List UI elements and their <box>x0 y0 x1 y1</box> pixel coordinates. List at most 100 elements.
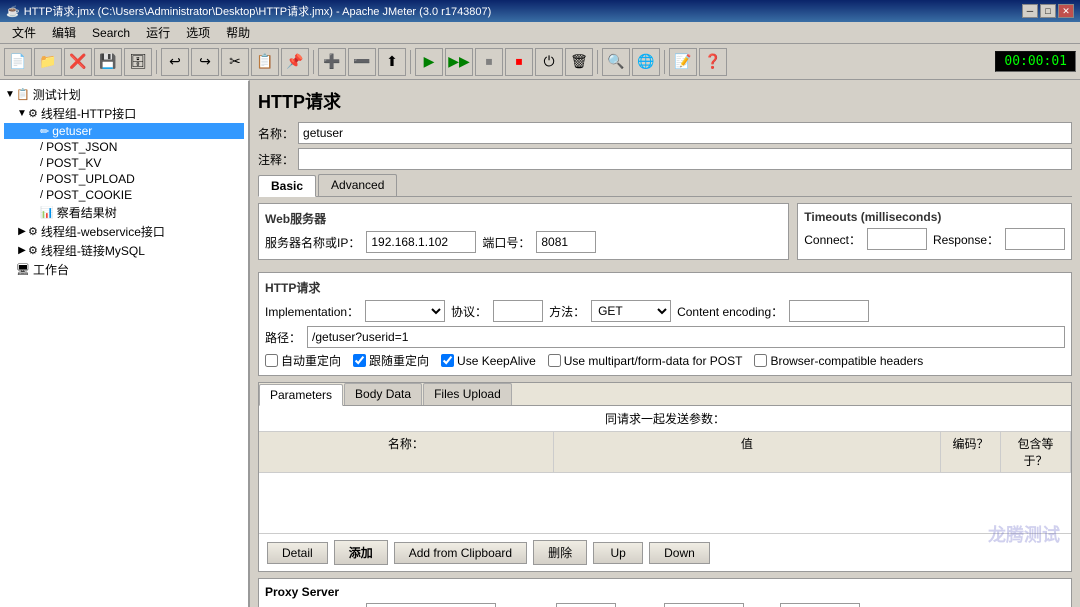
menu-item-编辑[interactable]: 编辑 <box>44 22 84 43</box>
method-select[interactable]: GET POST PUT DELETE <box>591 300 671 322</box>
results-icon: 📊 <box>40 206 54 219</box>
checkbox-follow-redirect[interactable]: 跟随重定向 <box>353 352 429 369</box>
impl-label: Implementation： <box>265 303 359 320</box>
encoding-input[interactable] <box>789 300 869 322</box>
proxy-port-input[interactable] <box>556 603 616 607</box>
stop-all-button[interactable]: ⏹ <box>505 48 533 76</box>
checkbox-browser-headers[interactable]: Browser-compatible headers <box>754 354 923 368</box>
tree-item-workbench[interactable]: 🖥 工作台 <box>4 260 244 279</box>
tab-advanced[interactable]: Advanced <box>318 174 397 196</box>
server-input[interactable] <box>366 231 476 253</box>
proxy-title: Proxy Server <box>265 585 1065 599</box>
tree-item-post-upload[interactable]: / POST_UPLOAD <box>4 171 244 187</box>
menu-item-文件[interactable]: 文件 <box>4 22 44 43</box>
shutdown-button[interactable]: ⏻ <box>535 48 563 76</box>
move-up-button[interactable]: ⬆ <box>378 48 406 76</box>
list-button[interactable]: 📝 <box>669 48 697 76</box>
open-button[interactable]: 📁 <box>34 48 62 76</box>
help-button[interactable]: ❓ <box>699 48 727 76</box>
tree-item-threadgroup-mysql[interactable]: ▶ ⚙ 线程组-链接MySQL <box>4 241 244 260</box>
new-button[interactable]: 📄 <box>4 48 32 76</box>
close-button2[interactable]: ❌ <box>64 48 92 76</box>
save-as-button[interactable]: 🗄 <box>124 48 152 76</box>
tree-item-getuser[interactable]: ✏ getuser <box>4 123 244 139</box>
add-button[interactable]: ➕ <box>318 48 346 76</box>
minimize-button[interactable]: ─ <box>1022 4 1038 18</box>
copy-button[interactable]: 📋 <box>251 48 279 76</box>
main-layout: ▼ 📋 测试计划 ▼ ⚙ 线程组-HTTP接口 ✏ getuser / POST… <box>0 80 1080 607</box>
post-cookie-icon: / <box>40 189 43 201</box>
tree-item-post-json[interactable]: / POST_JSON <box>4 139 244 155</box>
keepalive-check[interactable] <box>441 354 454 367</box>
window-title: HTTP请求.jmx (C:\Users\Administrator\Deskt… <box>24 3 492 19</box>
timer-display: 00:00:01 <box>995 51 1076 72</box>
connect-input[interactable] <box>867 228 927 250</box>
toggle-threadgroup-http[interactable]: ▼ <box>16 108 28 119</box>
sep2 <box>313 50 314 74</box>
browse-button[interactable]: 🌐 <box>632 48 660 76</box>
tree-item-threadgroup-http[interactable]: ▼ ⚙ 线程组-HTTP接口 <box>4 104 244 123</box>
tree-item-results[interactable]: 📊 察看结果树 <box>4 203 244 222</box>
menu-item-Search[interactable]: Search <box>84 24 138 42</box>
maximize-button[interactable]: □ <box>1040 4 1056 18</box>
undo-button[interactable]: ↩ <box>161 48 189 76</box>
run-all-button[interactable]: ▶▶ <box>445 48 473 76</box>
checkbox-auto-redirect[interactable]: 自动重定向 <box>265 352 341 369</box>
tree-item-post-cookie[interactable]: / POST_COOKIE <box>4 187 244 203</box>
multipart-check[interactable] <box>548 354 561 367</box>
toggle-threadgroup-mysql[interactable]: ▶ <box>16 245 28 256</box>
post-json-icon: / <box>40 141 43 153</box>
tree-item-post-kv[interactable]: / POST_KV <box>4 155 244 171</box>
follow-redirect-check[interactable] <box>353 354 366 367</box>
post-kv-icon: / <box>40 157 43 169</box>
detail-button[interactable]: Detail <box>267 542 328 564</box>
proxy-pass-input[interactable] <box>780 603 860 607</box>
server-label: 服务器名称或IP： <box>265 234 360 251</box>
proxy-user-input[interactable] <box>664 603 744 607</box>
search-button[interactable]: 🔍 <box>602 48 630 76</box>
tree-item-testplan[interactable]: ▼ 📋 测试计划 <box>4 85 244 104</box>
add-button[interactable]: 添加 <box>334 540 388 565</box>
redo-button[interactable]: ↪ <box>191 48 219 76</box>
toggle-threadgroup-ws[interactable]: ▶ <box>16 226 28 237</box>
auto-redirect-label: 自动重定向 <box>281 352 341 369</box>
cut-button[interactable]: ✂ <box>221 48 249 76</box>
browser-headers-check[interactable] <box>754 354 767 367</box>
name-input[interactable] <box>298 122 1072 144</box>
inner-tab-parameters[interactable]: Parameters <box>259 384 343 406</box>
up-button[interactable]: Up <box>593 542 643 564</box>
protocol-input[interactable] <box>493 300 543 322</box>
stop-button[interactable]: ⏹ <box>475 48 503 76</box>
clear-button[interactable]: 🗑 <box>565 48 593 76</box>
down-button[interactable]: Down <box>649 542 710 564</box>
menu-item-运行[interactable]: 运行 <box>138 22 178 43</box>
add-clipboard-button[interactable]: Add from Clipboard <box>394 542 527 564</box>
menu-item-帮助[interactable]: 帮助 <box>218 22 258 43</box>
path-input[interactable] <box>307 326 1065 348</box>
close-button[interactable]: ✕ <box>1058 4 1074 18</box>
name-label: 名称： <box>258 125 294 142</box>
save-button[interactable]: 💾 <box>94 48 122 76</box>
impl-select[interactable] <box>365 300 445 322</box>
post-upload-label: POST_UPLOAD <box>46 172 135 186</box>
inner-tab-files-upload[interactable]: Files Upload <box>423 383 512 405</box>
testplan-icon: 📋 <box>16 88 30 101</box>
checkbox-keepalive[interactable]: Use KeepAlive <box>441 354 536 368</box>
paste-button[interactable]: 📌 <box>281 48 309 76</box>
auto-redirect-check[interactable] <box>265 354 278 367</box>
remove-button[interactable]: ➖ <box>348 48 376 76</box>
response-input[interactable] <box>1005 228 1065 250</box>
proxy-server-input[interactable] <box>366 603 496 607</box>
app-icon: ☕ <box>6 5 20 18</box>
delete-button[interactable]: 删除 <box>533 540 587 565</box>
checkbox-multipart[interactable]: Use multipart/form-data for POST <box>548 354 743 368</box>
menu-item-选项[interactable]: 选项 <box>178 22 218 43</box>
tab-basic[interactable]: Basic <box>258 175 316 197</box>
tree-item-threadgroup-ws[interactable]: ▶ ⚙ 线程组-webservice接口 <box>4 222 244 241</box>
toggle-testplan[interactable]: ▼ <box>4 89 16 100</box>
comment-input[interactable] <box>298 148 1072 170</box>
run-button[interactable]: ▶ <box>415 48 443 76</box>
port-input[interactable] <box>536 231 596 253</box>
inner-tab-body-data[interactable]: Body Data <box>344 383 422 405</box>
connect-label: Connect： <box>804 231 861 248</box>
